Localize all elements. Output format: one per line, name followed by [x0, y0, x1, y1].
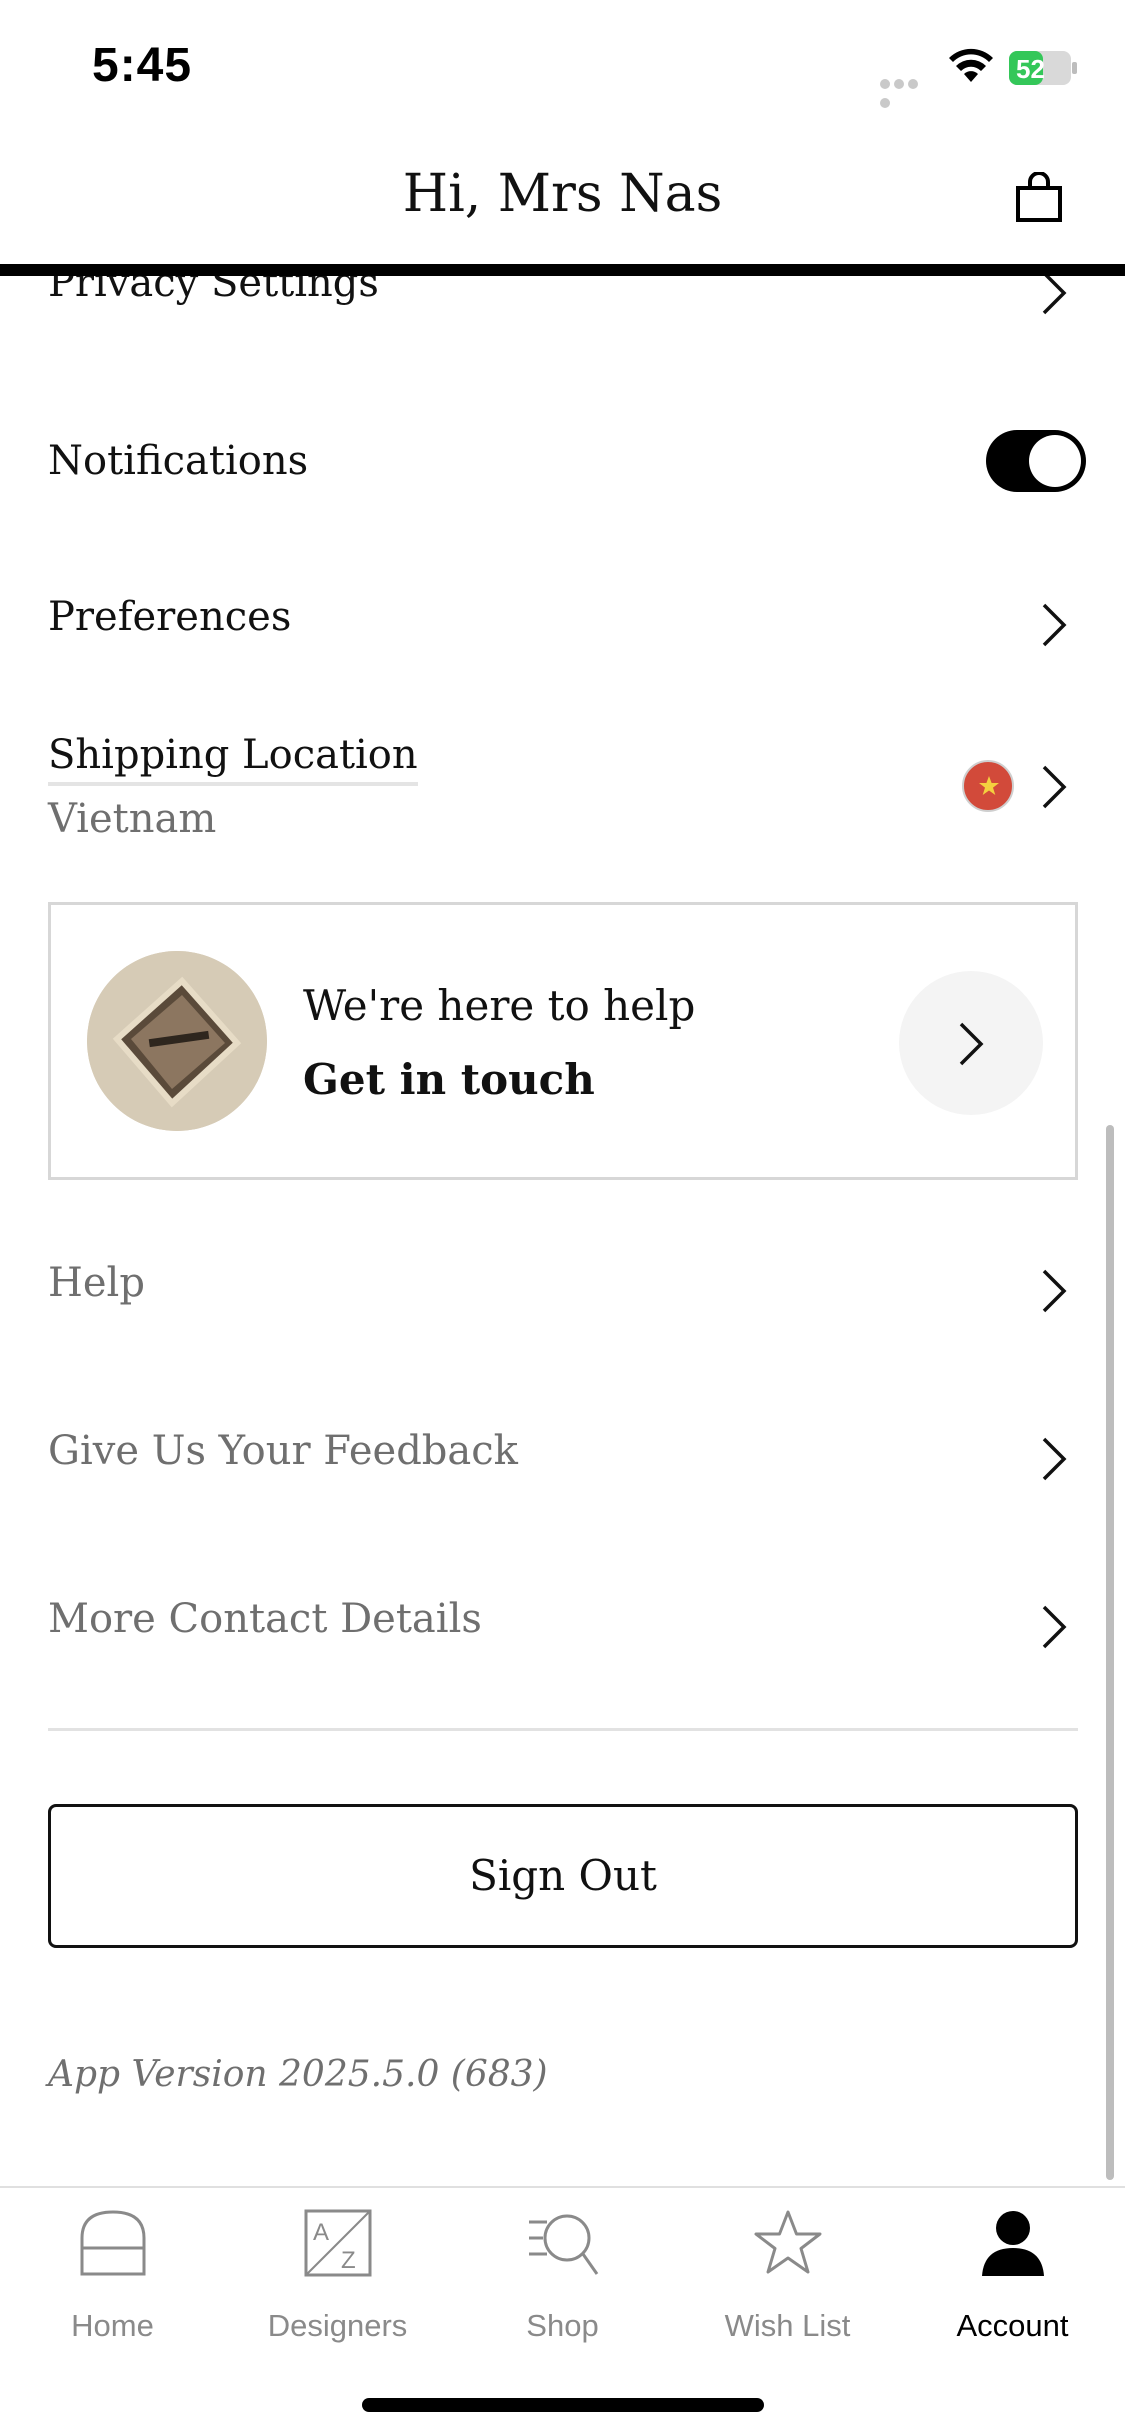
tab-shop[interactable]: Shop — [450, 2208, 675, 2348]
chevron-right-icon — [1042, 1605, 1067, 1649]
status-time: 5:45 — [92, 39, 193, 92]
status-bar: 5:45 52 — [0, 0, 1125, 130]
chevron-right-icon — [1042, 276, 1067, 315]
header-divider — [0, 264, 1125, 276]
contact-details-label: More Contact Details — [48, 1596, 482, 1642]
help-label: Help — [48, 1260, 145, 1306]
tab-shop-label: Shop — [526, 2308, 599, 2343]
svg-text:A: A — [313, 2219, 329, 2246]
get-in-touch-card[interactable]: We're here to help Get in touch — [48, 902, 1078, 1180]
privacy-settings-label: Privacy Settings — [48, 276, 379, 306]
tab-account[interactable]: Account — [900, 2208, 1125, 2348]
page-title: Hi, Mrs Nas — [402, 164, 723, 224]
battery-icon: 52 — [1009, 51, 1077, 85]
brand-emblem-image — [87, 951, 267, 1131]
account-icon — [981, 2211, 1044, 2276]
account-content[interactable]: Privacy Settings Notifications Preferenc… — [0, 276, 1125, 2186]
shop-search-icon — [528, 2214, 598, 2275]
home-icon — [80, 2210, 145, 2276]
chevron-right-icon — [959, 1022, 984, 1066]
tab-wish-list[interactable]: Wish List — [675, 2208, 900, 2348]
shipping-location-value: Vietnam — [48, 796, 217, 842]
star-icon — [754, 2210, 821, 2274]
chevron-right-icon — [1042, 1269, 1067, 1313]
tab-wish-list-label: Wish List — [724, 2308, 851, 2343]
notifications-label: Notifications — [48, 438, 309, 484]
menu-item-contact-details[interactable]: More Contact Details — [48, 1596, 1078, 1656]
tab-designers-label: Designers — [267, 2308, 408, 2343]
shopping-bag-icon[interactable] — [1015, 172, 1063, 224]
menu-item-shipping-location[interactable]: Shipping Location Vietnam — [48, 732, 1078, 862]
help-card-subtitle: We're here to help — [303, 981, 696, 1030]
chevron-right-icon — [1042, 603, 1067, 647]
section-divider — [48, 1728, 1078, 1731]
chevron-right-icon — [1042, 1437, 1067, 1481]
vietnam-flag-icon — [962, 760, 1014, 812]
menu-item-feedback[interactable]: Give Us Your Feedback — [48, 1428, 1078, 1488]
preferences-label: Preferences — [48, 594, 292, 640]
svg-text:Z: Z — [341, 2247, 356, 2274]
tab-home[interactable]: Home — [0, 2208, 225, 2348]
menu-item-help[interactable]: Help — [48, 1260, 1078, 1320]
battery-level: 52 — [1016, 54, 1045, 84]
menu-item-privacy-settings[interactable]: Privacy Settings — [48, 276, 1078, 320]
feedback-label: Give Us Your Feedback — [48, 1428, 518, 1474]
wifi-icon — [949, 48, 993, 82]
sign-out-button[interactable]: Sign Out — [48, 1804, 1078, 1948]
designers-az-icon: A Z — [304, 2209, 371, 2277]
scrollbar[interactable] — [1106, 1125, 1114, 2180]
tab-designers[interactable]: A Z Designers — [225, 2208, 450, 2348]
menu-item-notifications: Notifications — [48, 428, 1086, 498]
chevron-right-icon — [1042, 765, 1067, 809]
notifications-toggle[interactable] — [986, 430, 1086, 492]
toggle-knob — [1029, 435, 1081, 487]
app-version-text: App Version 2025.5.0 (683) — [48, 2054, 548, 2095]
get-in-touch-arrow-button[interactable] — [899, 971, 1043, 1115]
cellular-signal-icon — [880, 74, 934, 108]
help-card-title: Get in touch — [303, 1055, 595, 1104]
tab-home-label: Home — [71, 2308, 154, 2343]
home-indicator — [362, 2398, 764, 2412]
tab-account-label: Account — [956, 2308, 1069, 2343]
menu-item-preferences[interactable]: Preferences — [48, 594, 1078, 654]
header: Hi, Mrs Nas — [0, 130, 1125, 268]
shipping-location-label: Shipping Location — [48, 732, 418, 786]
